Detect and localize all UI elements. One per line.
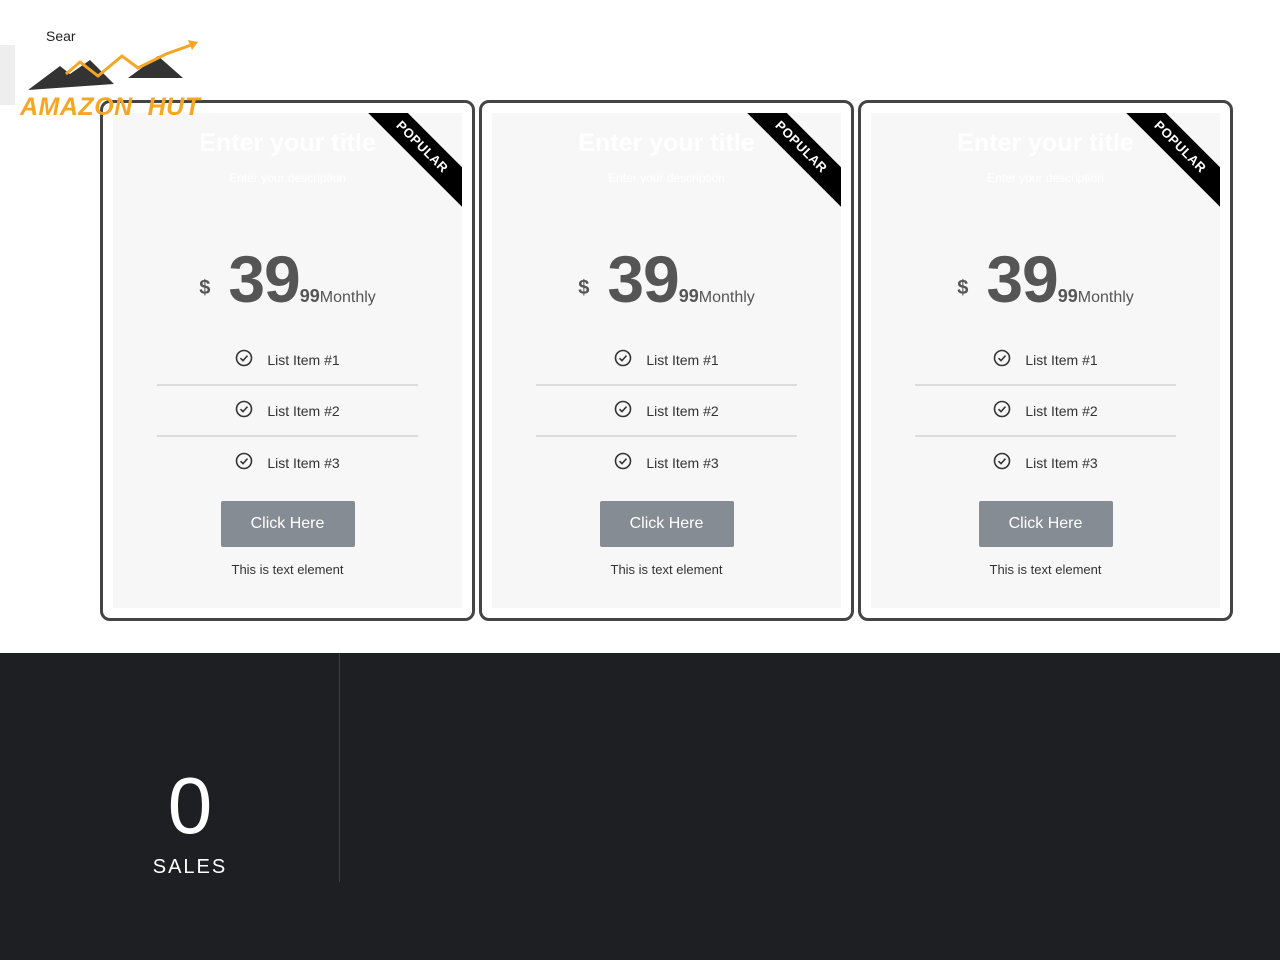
sales-counter-label: SALES <box>152 856 228 878</box>
price-amount: 39 <box>228 242 300 316</box>
price-amount: 39 <box>986 242 1058 316</box>
check-circle-icon <box>994 349 1011 366</box>
pricing-card-body: POPULAR Enter your title Enter your desc… <box>113 113 462 608</box>
logo[interactable]: AMAZON HUT <box>18 38 223 122</box>
card-description: Enter your description <box>608 171 725 185</box>
click-here-button[interactable]: Click Here <box>978 501 1113 547</box>
price-currency: $ <box>578 277 590 299</box>
price: $3999Monthly <box>492 241 841 316</box>
logo-mountain-icon <box>28 40 198 90</box>
list-item-label: List Item #3 <box>267 454 340 471</box>
price-period: Monthly <box>319 289 376 306</box>
pricing-card: POPULAR Enter your title Enter your desc… <box>479 100 854 621</box>
price-amount: 39 <box>607 242 679 316</box>
list-item-label: List Item #3 <box>646 454 719 471</box>
pricing-card: POPULAR Enter your title Enter your desc… <box>858 100 1233 621</box>
feature-list: List Item #1 List Item #2 List Item #3 <box>536 335 797 488</box>
card-title: Enter your title <box>957 129 1134 157</box>
pricing-card: POPULAR Enter your title Enter your desc… <box>100 100 475 621</box>
list-item: List Item #3 <box>915 437 1176 488</box>
check-circle-icon <box>615 452 632 469</box>
stats-section: 0 SALES <box>0 653 1280 960</box>
list-item-label: List Item #2 <box>1025 402 1098 419</box>
check-circle-icon <box>236 349 253 366</box>
price: $3999Monthly <box>871 241 1220 316</box>
list-item-label: List Item #2 <box>267 402 340 419</box>
list-item: List Item #2 <box>536 386 797 437</box>
card-footer-text: This is text element <box>231 562 344 577</box>
price: $3999Monthly <box>113 241 462 316</box>
list-item: List Item #1 <box>915 335 1176 386</box>
price-cents: 99 <box>299 286 320 306</box>
sales-counter: 0 <box>167 761 213 850</box>
check-circle-icon <box>615 400 632 417</box>
card-title: Enter your title <box>578 129 755 157</box>
pricing-card-body: POPULAR Enter your title Enter your desc… <box>492 113 841 608</box>
list-item-label: List Item #3 <box>1025 454 1098 471</box>
list-item-label: List Item #1 <box>267 351 340 368</box>
price-period: Monthly <box>698 289 755 306</box>
price-cents: 99 <box>678 286 699 306</box>
list-item: List Item #3 <box>157 437 418 488</box>
feature-list: List Item #1 List Item #2 List Item #3 <box>157 335 418 488</box>
list-item: List Item #1 <box>536 335 797 386</box>
card-footer-text: This is text element <box>610 562 723 577</box>
click-here-button[interactable]: Click Here <box>220 501 355 547</box>
pricing-card-body: POPULAR Enter your title Enter your desc… <box>871 113 1220 608</box>
card-title: Enter your title <box>199 129 376 157</box>
side-tab[interactable] <box>0 45 15 105</box>
card-footer-text: This is text element <box>989 562 1102 577</box>
list-item-label: List Item #1 <box>1025 351 1098 368</box>
feature-list: List Item #1 List Item #2 List Item #3 <box>915 335 1176 488</box>
check-circle-icon <box>994 452 1011 469</box>
check-circle-icon <box>994 400 1011 417</box>
list-item-label: List Item #2 <box>646 402 719 419</box>
check-circle-icon <box>615 349 632 366</box>
price-currency: $ <box>199 277 211 299</box>
price-currency: $ <box>957 277 969 299</box>
list-item: List Item #1 <box>157 335 418 386</box>
stats-divider <box>339 653 340 882</box>
card-description: Enter your description <box>987 171 1104 185</box>
check-circle-icon <box>236 452 253 469</box>
list-item: List Item #2 <box>915 386 1176 437</box>
check-circle-icon <box>236 400 253 417</box>
logo-text: AMAZON HUT <box>20 93 201 121</box>
price-cents: 99 <box>1057 286 1078 306</box>
click-here-button[interactable]: Click Here <box>599 501 734 547</box>
list-item: List Item #3 <box>536 437 797 488</box>
list-item: List Item #2 <box>157 386 418 437</box>
price-period: Monthly <box>1077 289 1134 306</box>
card-description: Enter your description <box>229 171 346 185</box>
list-item-label: List Item #1 <box>646 351 719 368</box>
